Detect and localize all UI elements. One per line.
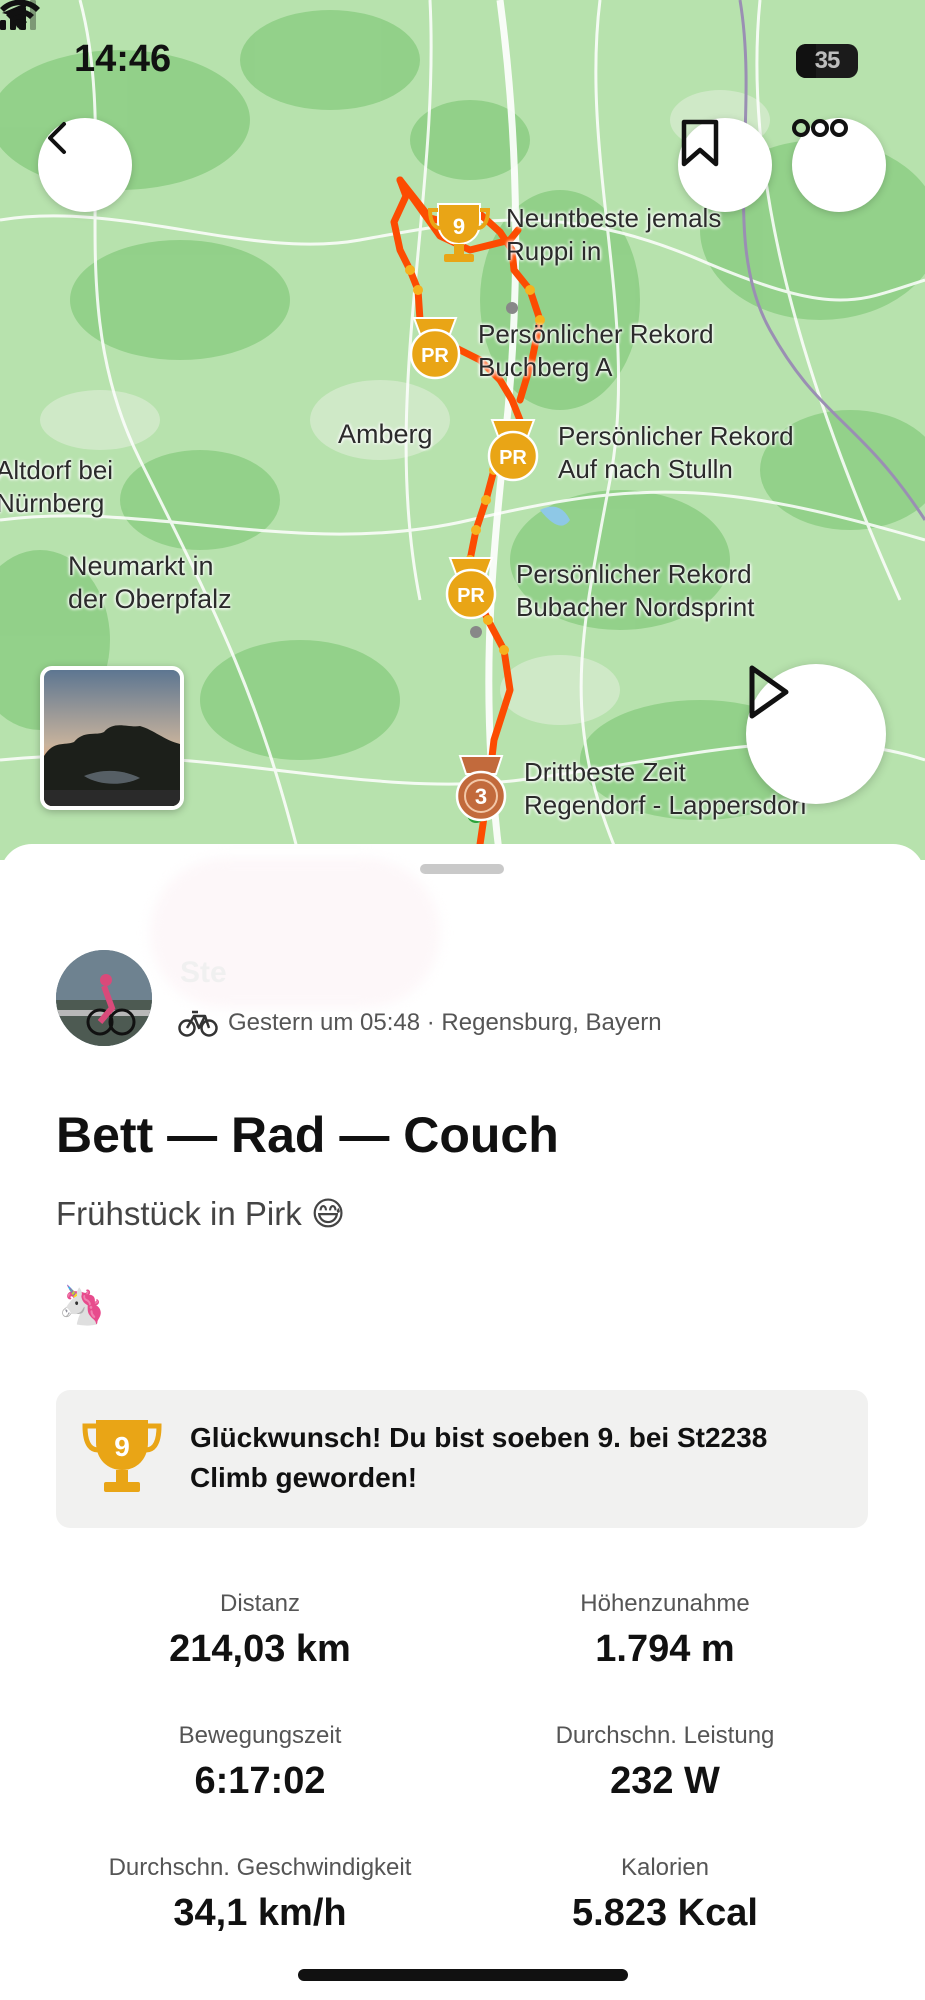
play-flyby-button[interactable] bbox=[746, 664, 886, 804]
stat-avg-power: Durchschn. Leistung 232 W bbox=[455, 1722, 875, 1803]
stat-label: Höhenzunahme bbox=[580, 1590, 750, 1617]
pr-medal-icon[interactable]: PR bbox=[442, 556, 500, 620]
avatar-photo bbox=[56, 950, 152, 1046]
segment-label-line2: Regendorf - Lappersdorf bbox=[524, 790, 808, 820]
battery-indicator: 35 bbox=[796, 44, 858, 78]
status-time: 14:46 bbox=[74, 38, 172, 80]
segment-badge-rank: PR bbox=[499, 447, 527, 469]
stat-value: 5.823 Kcal bbox=[572, 1892, 758, 1934]
stat-label: Distanz bbox=[219, 1590, 301, 1617]
map-label-neumarkt: Neumarkt in der Oberpfalz bbox=[68, 550, 232, 616]
segment-label[interactable]: Persönlicher Rekord Buchberg A bbox=[478, 318, 714, 384]
stat-value: 6:17:02 bbox=[194, 1760, 326, 1802]
wifi-icon bbox=[0, 0, 40, 30]
stat-distance: Distanz 214,03 km bbox=[50, 1590, 470, 1671]
stat-value: 34,1 km/h bbox=[173, 1892, 347, 1934]
segment-label[interactable]: Neuntbeste jemals Ruppi in bbox=[506, 202, 721, 268]
sheet-grabber[interactable] bbox=[420, 864, 504, 874]
bike-icon bbox=[178, 1010, 218, 1037]
bookmark-button[interactable] bbox=[678, 118, 772, 212]
map-label-altdorf-line2: Nürnberg bbox=[0, 488, 105, 518]
stat-calories: Kalorien 5.823 Kcal bbox=[455, 1854, 875, 1935]
sunset-photo bbox=[44, 670, 180, 806]
segment-label-line2: Buchberg A bbox=[478, 352, 613, 382]
play-icon bbox=[749, 665, 789, 719]
stat-value: 1.794 m bbox=[595, 1628, 735, 1670]
trophy-icon[interactable]: 9 bbox=[428, 200, 490, 266]
activity-meta-text: Gestern um 05:48 · Regensburg, Bayern bbox=[228, 1009, 662, 1036]
achievement-banner[interactable]: 9 Glückwunsch! Du bist soeben 9. bei St2… bbox=[56, 1390, 868, 1528]
activity-photo-thumbnail[interactable] bbox=[40, 666, 184, 810]
bronze-medal-icon[interactable]: 3 bbox=[452, 754, 510, 822]
activity-title: Bett — Rad — Couch bbox=[56, 1107, 559, 1163]
segment-label-line1: Persönlicher Rekord bbox=[478, 319, 714, 349]
stat-value: 214,03 km bbox=[169, 1628, 351, 1670]
stat-label: Durchschn. Geschwindigkeit bbox=[108, 1854, 412, 1881]
map-label-neumarkt-line1: Neumarkt in bbox=[68, 551, 214, 581]
athlete-name[interactable]: Ste bbox=[180, 956, 227, 990]
stat-moving-time: Bewegungszeit 6:17:02 bbox=[50, 1722, 470, 1803]
pr-medal-icon[interactable]: PR bbox=[484, 418, 542, 482]
activity-details-sheet: Ste Gestern um 05:48 · Regensburg, Bayer… bbox=[0, 844, 925, 2000]
stat-value: 232 W bbox=[610, 1760, 720, 1802]
achievement-rank: 9 bbox=[114, 1431, 130, 1462]
map-label-altdorf-line1: Altdorf bei bbox=[0, 455, 114, 485]
segment-badge-rank: 9 bbox=[453, 214, 465, 239]
map-label-neumarkt-line2: der Oberpfalz bbox=[68, 584, 232, 614]
stat-label: Bewegungszeit bbox=[178, 1722, 342, 1749]
segment-label[interactable]: Persönlicher Rekord Auf nach Stulln bbox=[558, 420, 794, 486]
segment-label-line2: Bubacher Nordsprint bbox=[516, 592, 755, 622]
segment-label-line2: Auf nach Stulln bbox=[558, 454, 733, 484]
status-bar: 14:46 35 bbox=[0, 0, 925, 120]
segment-badge-rank: PR bbox=[457, 585, 485, 607]
stat-label: Kalorien bbox=[620, 1854, 710, 1881]
more-options-button[interactable] bbox=[792, 118, 886, 212]
segment-badge-rank: PR bbox=[421, 345, 449, 367]
more-dots-icon bbox=[792, 119, 848, 137]
chevron-left-icon bbox=[48, 122, 66, 154]
map-label-altdorf: Altdorf bei Nürnberg bbox=[0, 454, 113, 520]
stat-elevation-gain: Höhenzunahme 1.794 m bbox=[455, 1590, 875, 1671]
battery-level: 35 bbox=[814, 47, 841, 74]
achievement-text: Glückwunsch! Du bist soeben 9. bei St223… bbox=[190, 1422, 768, 1493]
activity-meta: Gestern um 05:48 · Regensburg, Bayern bbox=[178, 1008, 662, 1038]
avatar[interactable] bbox=[56, 950, 152, 1046]
map-label-amberg: Amberg bbox=[338, 419, 433, 449]
segment-label-line2: Ruppi in bbox=[506, 236, 602, 266]
segment-badge-rank: 3 bbox=[475, 784, 487, 809]
home-indicator bbox=[298, 1969, 628, 1981]
bookmark-icon bbox=[681, 119, 719, 167]
back-button[interactable] bbox=[38, 118, 132, 212]
segment-label-line1: Neuntbeste jemals bbox=[506, 203, 722, 233]
stat-avg-speed: Durchschn. Geschwindigkeit 34,1 km/h bbox=[50, 1854, 470, 1935]
activity-description: Frühstück in Pirk 😅 bbox=[56, 1195, 346, 1232]
unicorn-emoji: 🦄 bbox=[58, 1285, 106, 1327]
segment-label[interactable]: Persönlicher Rekord Bubacher Nordsprint bbox=[516, 558, 754, 624]
pr-medal-icon[interactable]: PR bbox=[406, 316, 464, 380]
stat-label: Durchschn. Leistung bbox=[555, 1722, 775, 1749]
segment-label-line1: Persönlicher Rekord bbox=[516, 559, 752, 589]
route-map[interactable]: 14:46 35 Amberg Altdorf bei Nürnberg Neu… bbox=[0, 0, 925, 860]
segment-label-line1: Persönlicher Rekord bbox=[558, 421, 794, 451]
trophy-icon: 9 bbox=[82, 1420, 162, 1492]
